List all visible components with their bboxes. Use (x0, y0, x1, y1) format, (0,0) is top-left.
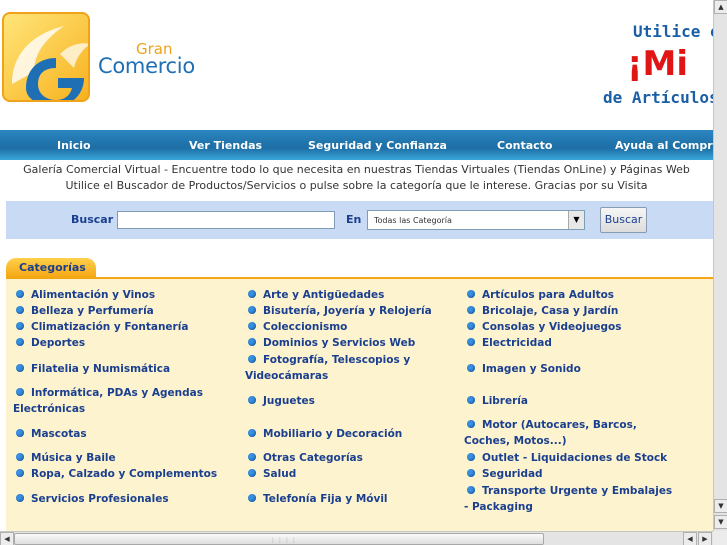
search-bar: Buscar En Todas las Categoría ▼ Buscar (6, 201, 713, 239)
scroll-corner (713, 531, 727, 545)
category-item[interactable]: Climatización y Fontanería (16, 319, 188, 335)
bullet-icon (248, 322, 256, 330)
category-item[interactable]: Música y Baile (16, 450, 116, 466)
category-item[interactable]: Alimentación y Vinos (16, 287, 155, 303)
category-item[interactable]: Deportes (16, 335, 85, 351)
scroll-right-icon[interactable]: ▶ (698, 532, 712, 545)
bullet-icon (16, 388, 24, 396)
logo-graphic (12, 26, 88, 100)
bullet-icon (16, 469, 24, 477)
scroll-left-icon[interactable]: ◀ (0, 532, 14, 545)
search-label: Buscar (71, 213, 114, 226)
bullet-icon (248, 355, 256, 363)
bullet-icon (16, 290, 24, 298)
nav-contacto[interactable]: Contacto (497, 139, 552, 152)
search-button[interactable]: Buscar (600, 207, 647, 233)
scroll-left-icon[interactable]: ◀ (683, 532, 697, 545)
bullet-icon (248, 290, 256, 298)
bullet-icon (467, 338, 475, 346)
vertical-scrollbar[interactable]: ▲ ▼ ▼ (713, 0, 727, 531)
bullet-icon (16, 429, 24, 437)
bullet-icon (16, 322, 24, 330)
bullet-icon (467, 322, 475, 330)
category-select[interactable]: Todas las Categoría ▼ (367, 210, 585, 230)
brand-comercio: Comercio (98, 54, 195, 78)
bullet-icon (467, 469, 475, 477)
promo-line1: Utilice el (633, 22, 713, 41)
bullet-icon (248, 429, 256, 437)
bullet-icon (248, 453, 256, 461)
bullet-icon (16, 306, 24, 314)
bullet-icon (16, 494, 24, 502)
logo[interactable] (2, 12, 90, 102)
bullet-icon (467, 420, 475, 428)
categories-panel: Alimentación y Vinos Belleza y Perfumerí… (6, 277, 713, 532)
category-item[interactable]: Mobiliario y Decoración (248, 426, 402, 442)
page-header: Gran Comercio Utilice el ¡Mi de Artículo… (0, 0, 713, 130)
main-nav: Inicio Ver Tiendas Seguridad y Confianza… (0, 130, 720, 160)
category-item[interactable]: Electricidad (467, 335, 552, 351)
category-item[interactable]: Salud (248, 466, 296, 482)
category-item[interactable]: Juguetes (248, 393, 315, 409)
category-item[interactable]: Ropa, Calzado y Complementos (16, 466, 217, 482)
nav-ver-tiendas[interactable]: Ver Tiendas (189, 139, 262, 152)
bullet-icon (248, 396, 256, 404)
category-item[interactable]: Outlet - Liquidaciones de Stock (467, 450, 667, 466)
horizontal-scroll-thumb[interactable]: ⋮⋮⋮⋮ (14, 533, 544, 545)
category-item[interactable]: Bisutería, Joyería y Relojería (248, 303, 432, 319)
scroll-down-icon[interactable]: ▼ (714, 499, 727, 513)
category-select-label: En (346, 213, 362, 226)
category-item[interactable]: Otras Categorías (248, 450, 363, 466)
category-item[interactable]: Coleccionismo (248, 319, 347, 335)
search-input[interactable] (117, 211, 335, 229)
category-item[interactable]: Belleza y Perfumería (16, 303, 154, 319)
intro-line1: Galería Comercial Virtual - Encuentre to… (23, 163, 690, 176)
category-item[interactable]: Consolas y Videojuegos (467, 319, 622, 335)
scroll-down-icon[interactable]: ▼ (714, 515, 727, 529)
bullet-icon (16, 364, 24, 372)
category-item[interactable]: Informática, PDAs y Agendas Electrónicas (13, 385, 213, 417)
bullet-icon (16, 338, 24, 346)
category-item[interactable]: Servicios Profesionales (16, 491, 169, 507)
grip-icon: ⋮⋮⋮⋮ (270, 537, 298, 544)
promo-line3: de Artículos (603, 88, 713, 107)
nav-ayuda[interactable]: Ayuda al Compra (615, 139, 720, 152)
category-select-value: Todas las Categoría (374, 216, 452, 225)
category-item[interactable]: Transporte Urgente y Embalajes - Packagi… (464, 483, 679, 515)
bullet-icon (467, 486, 475, 494)
category-item[interactable]: Imagen y Sonido (467, 361, 581, 377)
bullet-icon (16, 453, 24, 461)
bullet-icon (467, 290, 475, 298)
intro-line2: Utilice el Buscador de Productos/Servici… (65, 179, 648, 192)
category-item[interactable]: Mascotas (16, 426, 87, 442)
bullet-icon (467, 306, 475, 314)
categories-tab: Categorías (6, 258, 96, 278)
category-item[interactable]: Seguridad (467, 466, 543, 482)
promo-line2: ¡Mi (627, 44, 688, 84)
bullet-icon (467, 396, 475, 404)
bullet-icon (248, 469, 256, 477)
nav-seguridad[interactable]: Seguridad y Confianza (308, 139, 447, 152)
category-item[interactable]: Librería (467, 393, 528, 409)
category-item[interactable]: Bricolaje, Casa y Jardín (467, 303, 618, 319)
category-item[interactable]: Filatelia y Numismática (16, 361, 170, 377)
chevron-down-icon[interactable]: ▼ (568, 211, 584, 229)
nav-inicio[interactable]: Inicio (57, 139, 91, 152)
bullet-icon (248, 306, 256, 314)
scroll-up-icon[interactable]: ▲ (714, 0, 727, 14)
category-item[interactable]: Artículos para Adultos (467, 287, 614, 303)
category-item[interactable]: Motor (Autocares, Barcos, Coches, Motos.… (464, 417, 679, 449)
category-item[interactable]: Telefonía Fija y Móvil (248, 491, 388, 507)
category-item[interactable]: Dominios y Servicios Web (248, 335, 415, 351)
bullet-icon (248, 494, 256, 502)
intro-text: Galería Comercial Virtual - Encuentre to… (0, 162, 713, 194)
category-item[interactable]: Arte y Antigüedades (248, 287, 384, 303)
bullet-icon (467, 364, 475, 372)
bullet-icon (467, 453, 475, 461)
promo-banner[interactable]: Utilice el ¡Mi de Artículos (603, 18, 713, 113)
horizontal-scrollbar[interactable]: ◀ ⋮⋮⋮⋮ ◀ ▶ (0, 531, 713, 545)
category-item[interactable]: Fotografía, Telescopios y Videocámaras (245, 352, 420, 384)
bullet-icon (248, 338, 256, 346)
